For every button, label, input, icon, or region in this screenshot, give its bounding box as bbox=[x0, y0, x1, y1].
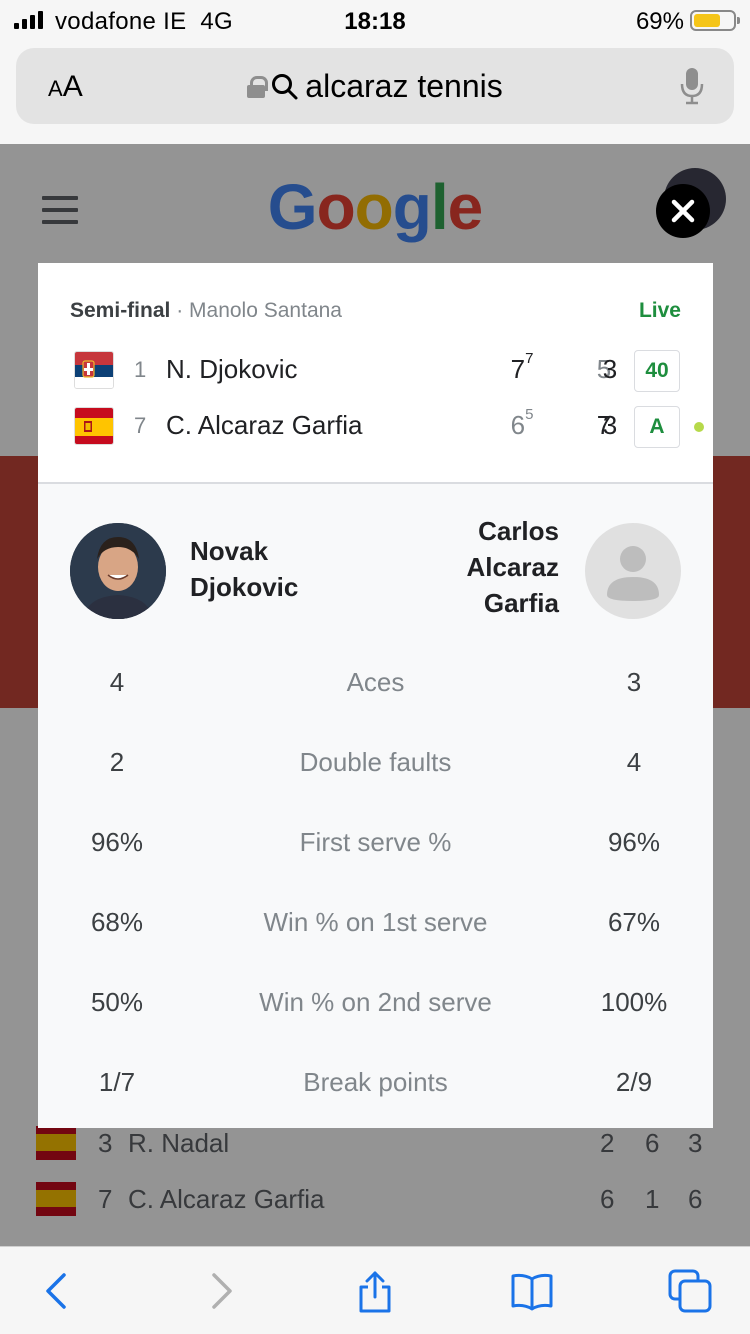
stat-row: 50% Win % on 2nd serve 100% bbox=[38, 987, 713, 1027]
close-button[interactable] bbox=[656, 184, 710, 238]
player-name: C. Alcaraz Garfia bbox=[166, 410, 363, 440]
forward-icon[interactable] bbox=[198, 1269, 242, 1313]
status-bar: vodafone IE 4G 18:18 69% bbox=[0, 0, 750, 40]
battery-percentage: 69% bbox=[635, 8, 684, 35]
set-score: 77 bbox=[510, 350, 534, 384]
spain-flag-icon bbox=[74, 407, 114, 445]
live-badge: Live bbox=[638, 299, 681, 322]
round-info: Semi-final · Manolo Santana bbox=[70, 299, 342, 322]
game-score: 40 bbox=[634, 350, 680, 392]
person-placeholder-icon bbox=[585, 523, 681, 619]
player-1-full-name: Novak Djokovic bbox=[190, 536, 299, 602]
serving-indicator bbox=[694, 422, 704, 432]
set-score: 3 bbox=[602, 354, 618, 384]
close-icon bbox=[671, 199, 695, 223]
seed: 1 bbox=[134, 357, 147, 382]
tabs-icon[interactable] bbox=[668, 1269, 712, 1313]
back-icon[interactable] bbox=[36, 1269, 80, 1313]
url-field[interactable]: alcaraz tennis bbox=[16, 68, 734, 105]
stat-row: 1/7 Break points 2/9 bbox=[38, 1067, 713, 1107]
seed: 7 bbox=[134, 413, 147, 438]
stat-row: 68% Win % on 1st serve 67% bbox=[38, 907, 713, 947]
browser-toolbar bbox=[0, 1246, 750, 1334]
stat-player-2-value: 96% bbox=[607, 827, 661, 857]
serbia-flag-icon bbox=[74, 351, 114, 389]
lock-icon bbox=[247, 75, 269, 98]
set-score: 3 bbox=[602, 410, 618, 440]
game-score: A bbox=[634, 406, 680, 448]
battery-level bbox=[694, 14, 721, 27]
battery-icon bbox=[690, 10, 740, 31]
djokovic-photo bbox=[70, 523, 166, 619]
player-2-full-name: Carlos Alcaraz Garfia bbox=[466, 516, 560, 618]
bookmarks-icon[interactable] bbox=[510, 1269, 554, 1313]
microphone-icon[interactable] bbox=[680, 66, 704, 106]
player-name: N. Djokovic bbox=[166, 354, 298, 384]
stat-player-2-value: 4 bbox=[626, 747, 642, 777]
stat-player-2-value: 100% bbox=[600, 987, 668, 1017]
stat-player-2-value: 2/9 bbox=[615, 1067, 653, 1097]
stat-player-2-value: 67% bbox=[607, 907, 661, 937]
stat-row: 4 Aces 3 bbox=[38, 667, 713, 707]
search-icon bbox=[272, 73, 298, 99]
set-score: 65 bbox=[510, 406, 534, 440]
stat-player-2-value: 3 bbox=[626, 667, 642, 697]
share-icon[interactable] bbox=[353, 1269, 397, 1313]
match-stats-card: Semi-final · Manolo Santana Live 1 N. Dj… bbox=[38, 263, 713, 1128]
search-query: alcaraz tennis bbox=[305, 68, 503, 104]
stat-row: 2 Double faults 4 bbox=[38, 747, 713, 787]
stat-row: 96% First serve % 96% bbox=[38, 827, 713, 867]
address-bar[interactable]: AA alcaraz tennis bbox=[16, 48, 734, 124]
